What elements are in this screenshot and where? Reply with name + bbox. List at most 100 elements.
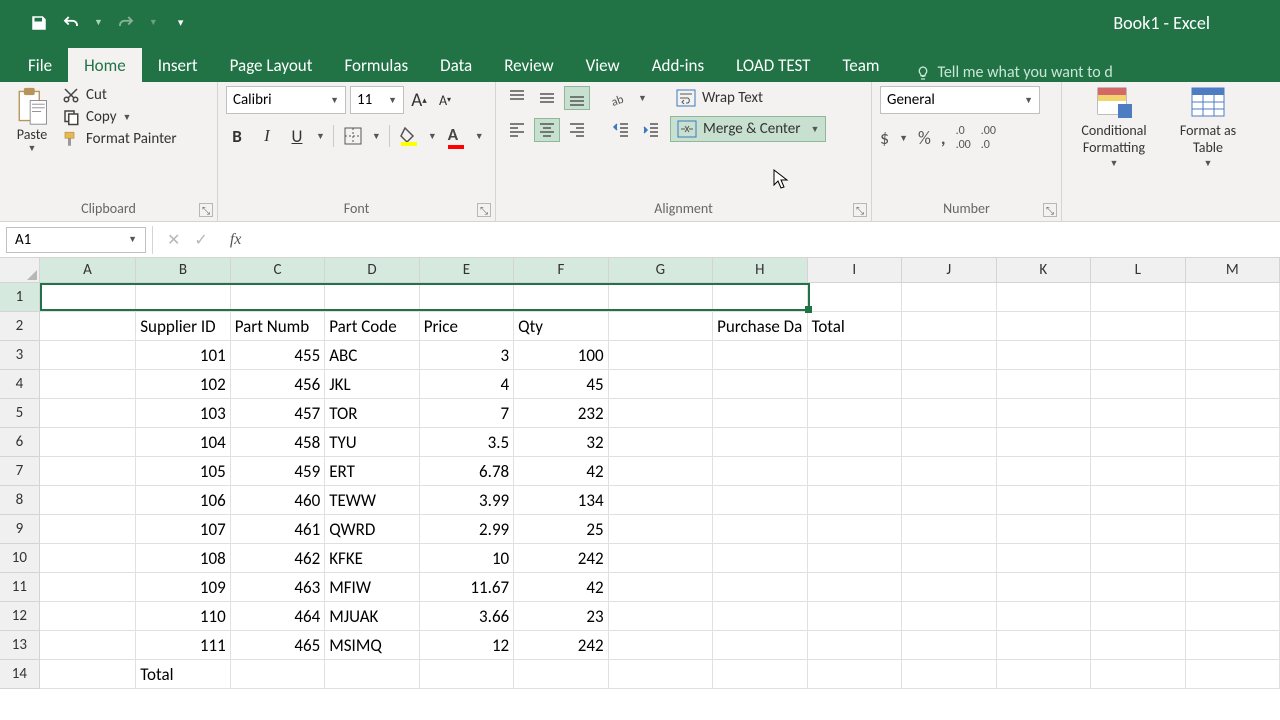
wrap-text-button[interactable]: Wrap Text <box>670 86 826 110</box>
cell-D5[interactable]: TOR <box>325 399 419 428</box>
font-color-icon[interactable]: A <box>445 124 467 148</box>
cell-K2[interactable] <box>997 312 1091 341</box>
col-header-H[interactable]: H <box>713 258 807 282</box>
redo-icon[interactable] <box>117 14 135 32</box>
cell-H2[interactable]: Purchase Da <box>713 312 807 341</box>
cell-C3[interactable]: 455 <box>231 341 325 370</box>
cell-F2[interactable]: Qty <box>514 312 608 341</box>
tab-data[interactable]: Data <box>424 48 488 82</box>
cut-button[interactable]: Cut <box>62 86 177 104</box>
cell-L6[interactable] <box>1091 428 1185 457</box>
cell-G13[interactable] <box>609 631 713 660</box>
cell-D8[interactable]: TEWW <box>325 486 419 515</box>
align-bottom-icon[interactable] <box>564 86 590 110</box>
cell-C2[interactable]: Part Numb <box>231 312 325 341</box>
cell-A14[interactable] <box>40 660 136 689</box>
cell-F9[interactable]: 25 <box>514 515 608 544</box>
cell-A8[interactable] <box>40 486 136 515</box>
cell-K5[interactable] <box>997 399 1091 428</box>
cell-I8[interactable] <box>808 486 902 515</box>
cell-G7[interactable] <box>609 457 713 486</box>
cell-E10[interactable]: 10 <box>420 544 514 573</box>
percent-icon[interactable]: % <box>918 127 931 149</box>
borders-dropdown-icon[interactable]: ▼ <box>372 131 381 142</box>
cell-L1[interactable] <box>1091 283 1185 312</box>
tab-load-test[interactable]: LOAD TEST <box>720 48 826 82</box>
cell-E5[interactable]: 7 <box>420 399 514 428</box>
merge-center-button[interactable]: Merge & Center ▼ <box>670 116 826 142</box>
cell-H5[interactable] <box>713 399 807 428</box>
cell-I1[interactable] <box>808 283 902 312</box>
cell-M14[interactable] <box>1186 660 1280 689</box>
cell-C6[interactable]: 458 <box>231 428 325 457</box>
cell-M10[interactable] <box>1186 544 1280 573</box>
cell-L10[interactable] <box>1091 544 1185 573</box>
row-header-13[interactable]: 13 <box>0 631 40 660</box>
tab-view[interactable]: View <box>570 48 636 82</box>
cell-M8[interactable] <box>1186 486 1280 515</box>
cell-E8[interactable]: 3.99 <box>420 486 514 515</box>
cell-L3[interactable] <box>1091 341 1185 370</box>
tab-file[interactable]: File <box>12 48 68 82</box>
cell-J8[interactable] <box>902 486 996 515</box>
row-header-3[interactable]: 3 <box>0 341 40 370</box>
tab-insert[interactable]: Insert <box>142 48 214 82</box>
cell-F12[interactable]: 23 <box>514 602 608 631</box>
cell-J4[interactable] <box>902 370 996 399</box>
cell-E7[interactable]: 6.78 <box>420 457 514 486</box>
font-color-dropdown-icon[interactable]: ▼ <box>475 131 484 142</box>
cell-D14[interactable] <box>325 660 419 689</box>
number-launcher-icon[interactable]: ⤡ <box>1043 203 1057 217</box>
format-as-table-button[interactable]: Format as Table▼ <box>1164 86 1252 169</box>
italic-button[interactable]: I <box>256 124 278 148</box>
cell-D12[interactable]: MJUAK <box>325 602 419 631</box>
cell-K8[interactable] <box>997 486 1091 515</box>
cell-F13[interactable]: 242 <box>514 631 608 660</box>
cell-D6[interactable]: TYU <box>325 428 419 457</box>
cell-B4[interactable]: 102 <box>136 370 230 399</box>
cell-G5[interactable] <box>609 399 713 428</box>
shrink-font-icon[interactable]: A▾ <box>434 88 456 112</box>
cell-K12[interactable] <box>997 602 1091 631</box>
cell-H11[interactable] <box>713 573 807 602</box>
cell-B2[interactable]: Supplier ID <box>136 312 230 341</box>
accounting-icon[interactable]: $ <box>880 127 889 149</box>
cell-C4[interactable]: 456 <box>231 370 325 399</box>
cell-M13[interactable] <box>1186 631 1280 660</box>
formula-input[interactable] <box>249 227 1280 253</box>
cell-C5[interactable]: 457 <box>231 399 325 428</box>
col-header-L[interactable]: L <box>1091 258 1185 282</box>
row-header-5[interactable]: 5 <box>0 399 40 428</box>
cell-K11[interactable] <box>997 573 1091 602</box>
cell-E11[interactable]: 11.67 <box>420 573 514 602</box>
cell-D3[interactable]: ABC <box>325 341 419 370</box>
cell-F4[interactable]: 45 <box>514 370 608 399</box>
cell-G6[interactable] <box>609 428 713 457</box>
increase-decimal-icon[interactable]: .0.00 <box>956 124 971 152</box>
cell-I10[interactable] <box>808 544 902 573</box>
cell-M2[interactable] <box>1186 312 1280 341</box>
cell-F11[interactable]: 42 <box>514 573 608 602</box>
cell-L12[interactable] <box>1091 602 1185 631</box>
cell-C9[interactable]: 461 <box>231 515 325 544</box>
cell-M4[interactable] <box>1186 370 1280 399</box>
col-header-C[interactable]: C <box>231 258 325 282</box>
cell-L13[interactable] <box>1091 631 1185 660</box>
row-header-7[interactable]: 7 <box>0 457 40 486</box>
cell-B6[interactable]: 104 <box>136 428 230 457</box>
col-header-B[interactable]: B <box>136 258 230 282</box>
cell-I2[interactable]: Total <box>808 312 902 341</box>
cell-G3[interactable] <box>609 341 713 370</box>
cell-C1[interactable] <box>231 283 325 312</box>
cell-B1[interactable] <box>136 283 230 312</box>
conditional-formatting-button[interactable]: Conditional Formatting▼ <box>1070 86 1158 169</box>
cell-D7[interactable]: ERT <box>325 457 419 486</box>
cell-I11[interactable] <box>808 573 902 602</box>
cell-K10[interactable] <box>997 544 1091 573</box>
cell-L9[interactable] <box>1091 515 1185 544</box>
cell-A13[interactable] <box>40 631 136 660</box>
accounting-dropdown-icon[interactable]: ▼ <box>899 133 908 144</box>
cell-I13[interactable] <box>808 631 902 660</box>
col-header-F[interactable]: F <box>514 258 608 282</box>
qat-customize-icon[interactable]: ▾ <box>178 16 184 29</box>
